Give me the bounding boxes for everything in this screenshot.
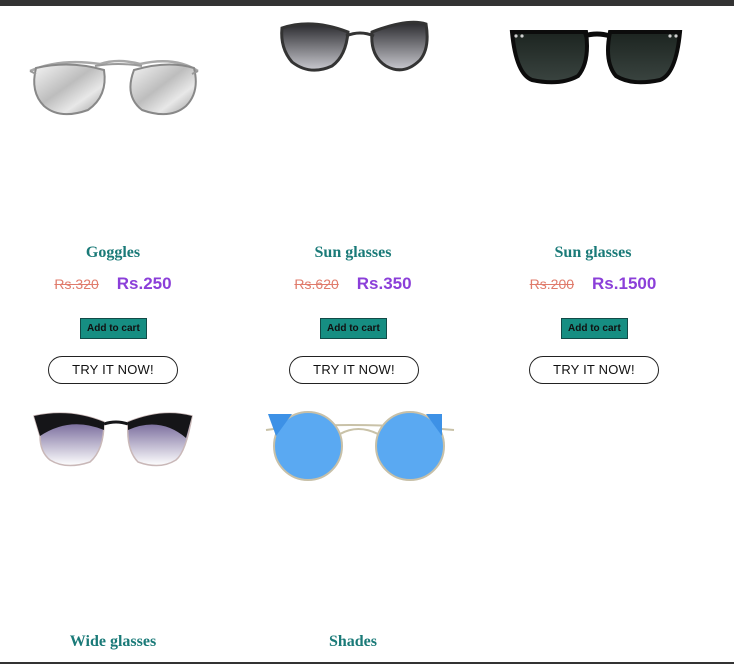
aviator-sunglasses-icon[interactable] [0,44,240,154]
new-price: Rs.1500 [592,274,657,293]
new-price: Rs.250 [116,274,172,293]
product-name: Sun glasses [314,244,392,261]
try-it-now-button[interactable]: TRY IT NOW! [529,356,659,384]
add-to-cart-button[interactable]: Add to cart [561,318,628,339]
product-name: Goggles [85,244,141,261]
product-card-shades: Shades [240,390,480,662]
add-to-cart-button[interactable]: Add to cart [80,318,147,339]
wayfarer-sunglasses-icon[interactable] [480,22,720,132]
product-card-wide-glasses: Wide glasses [0,390,240,662]
new-price: Rs.350 [356,274,412,293]
product-card-goggles: Goggles Rs.320 Rs.250 Add to cart TRY IT … [0,0,240,390]
price-group: Rs.200 Rs.1500 [480,274,706,294]
product-card-sun-glasses-1: Sun glasses Rs.620 Rs.350 Add to cart TRY… [240,0,480,390]
product-name: Wide glasses [69,633,157,650]
old-price: Rs.620 [294,276,339,292]
old-price: Rs.320 [54,276,99,292]
round-blue-shades-icon[interactable] [240,410,480,520]
add-to-cart-button[interactable]: Add to cart [320,318,387,339]
price-group: Rs.620 Rs.350 [240,274,466,294]
old-price: Rs.200 [529,276,575,292]
try-it-now-button[interactable]: TRY IT NOW! [289,356,419,384]
cat-eye-sunglasses-icon[interactable] [240,14,480,124]
try-it-now-button[interactable]: TRY IT NOW! [48,356,178,384]
price-group: Rs.320 Rs.250 [0,274,226,294]
product-name: Shades [328,633,378,650]
half-rim-sunglasses-icon[interactable] [0,406,240,516]
product-name: Sun glasses [554,244,632,261]
product-card-sun-glasses-2: Sun glasses Rs.200 Rs.1500 Add to cart TR… [480,0,720,390]
